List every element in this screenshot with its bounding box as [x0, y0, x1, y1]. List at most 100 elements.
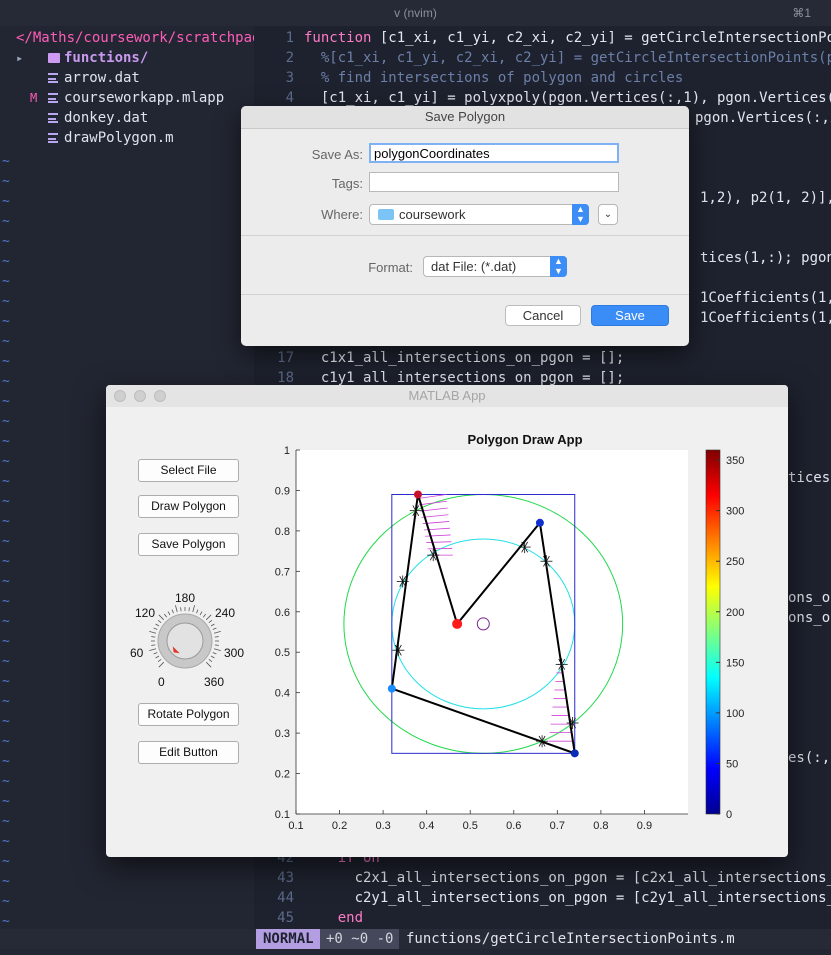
- knob-label: 300: [224, 646, 245, 660]
- tags-field[interactable]: [369, 172, 619, 192]
- polygon-vertex: [413, 490, 422, 499]
- knob-label: 180: [175, 591, 196, 605]
- knob-tick: [157, 658, 162, 663]
- code-fragment: 1Coefficients(1,2): [700, 290, 831, 306]
- tree-root-path[interactable]: </Maths/coursework/scratchpad: [16, 28, 260, 48]
- x-tick-label: 0.8: [593, 820, 608, 832]
- x-tick-label: 0.3: [375, 820, 390, 832]
- knob-tick: [163, 613, 168, 618]
- empty-line-marker: ~: [2, 814, 10, 829]
- line-number: 45: [277, 910, 294, 926]
- knob-tick: [196, 609, 199, 614]
- knob-tick: [208, 619, 213, 624]
- empty-line-marker: ~: [2, 494, 10, 509]
- empty-line-marker: ~: [2, 234, 10, 249]
- colorbar-tick-label: 300: [726, 506, 744, 518]
- line-number: 2: [285, 50, 294, 66]
- empty-line-marker: ~: [2, 434, 10, 449]
- folder-icon: [378, 209, 394, 220]
- cancel-button[interactable]: Cancel: [505, 305, 581, 326]
- empty-line-marker: ~: [2, 794, 10, 809]
- knob-tick: [157, 619, 162, 624]
- code-line: [c1_xi, c1_yi] = polyxpoly(pgon.Vertices…: [320, 90, 831, 106]
- rotation-knob[interactable]: [146, 601, 226, 681]
- save-as-field[interactable]: polygonCoordinates: [369, 143, 619, 163]
- select-file-button[interactable]: Select File: [138, 459, 239, 482]
- close-window-button[interactable]: [114, 390, 126, 402]
- empty-line-marker: ~: [2, 314, 10, 329]
- empty-line-marker: ~: [2, 414, 10, 429]
- line-number: 43: [277, 870, 294, 886]
- empty-line-marker: ~: [2, 914, 10, 929]
- expand-dialog-button[interactable]: ⌄: [598, 204, 618, 225]
- tree-item-label: courseworkapp.mlapp: [64, 90, 225, 106]
- code-line: [c1_xi, c1_yi, c2_xi, c2_yi] = getCircle…: [379, 30, 831, 46]
- knob-tick: [213, 648, 221, 651]
- save-button[interactable]: Save: [591, 305, 669, 326]
- empty-line-marker: ~: [2, 594, 10, 609]
- empty-line-marker: ~: [2, 394, 10, 409]
- rotate-polygon-button[interactable]: Rotate Polygon: [138, 703, 239, 726]
- save-polygon-button[interactable]: Save Polygon: [138, 533, 239, 556]
- minimize-window-button[interactable]: [134, 390, 146, 402]
- draw-polygon-button[interactable]: Draw Polygon: [138, 495, 239, 518]
- polygon-chart[interactable]: Polygon Draw App 0.1 0.2 0.3 0.4 0.5 0.6 0.7 0.…: [266, 425, 786, 845]
- knob-tick: [192, 605, 195, 613]
- colorbar-tick-label: 350: [726, 455, 744, 467]
- zoom-window-button[interactable]: [154, 390, 166, 402]
- empty-line-marker: ~: [2, 294, 10, 309]
- plot-area: [296, 450, 688, 814]
- x-tick-label: 0.5: [463, 820, 478, 832]
- file-icon: [48, 133, 58, 143]
- empty-line-marker: ~: [2, 174, 10, 189]
- y-tick-label: 0.9: [275, 485, 290, 497]
- colorbar: [705, 449, 721, 815]
- x-tick-label: 0.2: [332, 820, 347, 832]
- empty-line-marker: ~: [2, 514, 10, 529]
- knob-tick: [212, 652, 217, 655]
- code-fragment: es(:,1: [788, 750, 831, 766]
- x-tick-label: 0.4: [419, 820, 434, 832]
- empty-line-marker: ~: [2, 214, 10, 229]
- empty-line-marker: ~: [2, 374, 10, 389]
- where-dropdown[interactable]: coursework ▲ ▼: [369, 204, 589, 225]
- edit-button[interactable]: Edit Button: [138, 741, 239, 764]
- knob-tick: [149, 631, 157, 634]
- modified-marker: M: [30, 91, 38, 105]
- knob-tick: [151, 636, 156, 638]
- y-tick-label: 0.6: [275, 607, 290, 619]
- where-value: coursework: [399, 207, 466, 222]
- matlab-title: MATLAB App: [408, 388, 486, 403]
- knob-tick: [175, 605, 178, 613]
- empty-line-marker: ~: [2, 574, 10, 589]
- empty-line-marker: ~: [2, 194, 10, 209]
- knob-label: 0: [158, 675, 165, 689]
- knob-tick: [155, 655, 160, 659]
- chart-title: Polygon Draw App: [467, 432, 582, 447]
- matlab-app-window: MATLAB App Select File Draw Polygon Save…: [106, 385, 788, 857]
- polygon-vertex: [535, 518, 544, 527]
- format-dropdown[interactable]: dat File: (*.dat) ▲ ▼: [423, 256, 567, 277]
- empty-line-marker: ~: [2, 754, 10, 769]
- empty-line-marker: ~: [2, 694, 10, 709]
- code-fragment: tices(:,: [788, 470, 831, 486]
- x-tick-label: 0.6: [506, 820, 521, 832]
- polygon-vertex: [452, 618, 463, 629]
- empty-line-marker: ~: [2, 534, 10, 549]
- tree-item-label: arrow.dat: [64, 70, 140, 86]
- line-number: 4: [285, 90, 294, 106]
- knob-label: 120: [135, 606, 156, 620]
- line-number: 44: [277, 890, 294, 906]
- empty-line-marker: ~: [2, 154, 10, 169]
- x-tick-label: 0.9: [637, 820, 652, 832]
- knob-tick: [199, 611, 203, 616]
- colorbar-tick-label: 50: [726, 758, 738, 770]
- knob-tick: [153, 627, 158, 630]
- y-tick-label: 0.4: [275, 688, 290, 700]
- vim-mode: NORMAL: [256, 929, 321, 949]
- knob-tick: [171, 609, 174, 614]
- knob-tick: [188, 607, 190, 612]
- knob-tick: [213, 631, 221, 634]
- knob-label: 360: [204, 675, 225, 689]
- knob-label: 240: [215, 606, 236, 620]
